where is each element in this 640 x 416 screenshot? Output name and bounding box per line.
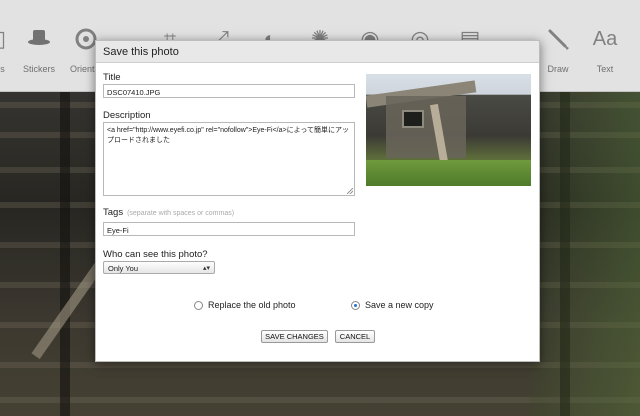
tags-label-row: Tags (separate with spaces or commas) [103,207,234,218]
resize-grip[interactable] [347,188,353,194]
description-text: <a href="http://www.eyefi.co.jp" rel="no… [107,127,350,144]
thumb-wall [386,96,466,158]
title-input[interactable]: DSC07410.JPG [103,84,355,98]
dialog-title: Save this photo [96,41,539,63]
select-arrow-icon: ▴▾ [202,265,210,272]
visibility-select[interactable]: Only You ▴▾ [103,261,215,274]
replace-radio[interactable] [194,301,203,310]
title-label: Title [103,72,121,83]
photo-thumbnail [366,74,531,186]
replace-label[interactable]: Replace the old photo [208,300,296,310]
tags-label: Tags [103,207,124,218]
save-changes-button[interactable]: SAVE CHANGES [261,330,328,343]
visibility-value: Only You [108,264,139,273]
tags-hint: (separate with spaces or commas) [127,210,235,217]
description-textarea[interactable]: <a href="http://www.eyefi.co.jp" rel="no… [103,122,355,196]
copy-radio[interactable] [351,301,360,310]
save-photo-dialog: Save this photo Title DSC07410.JPG Descr… [95,40,540,362]
visibility-label: Who can see this photo? [103,249,208,260]
copy-label[interactable]: Save a new copy [365,300,434,310]
cancel-button[interactable]: CANCEL [335,330,375,343]
tags-input[interactable]: Eye-Fi [103,222,355,236]
thumb-grass [366,160,531,186]
description-label: Description [103,110,151,121]
thumb-window [402,110,424,128]
